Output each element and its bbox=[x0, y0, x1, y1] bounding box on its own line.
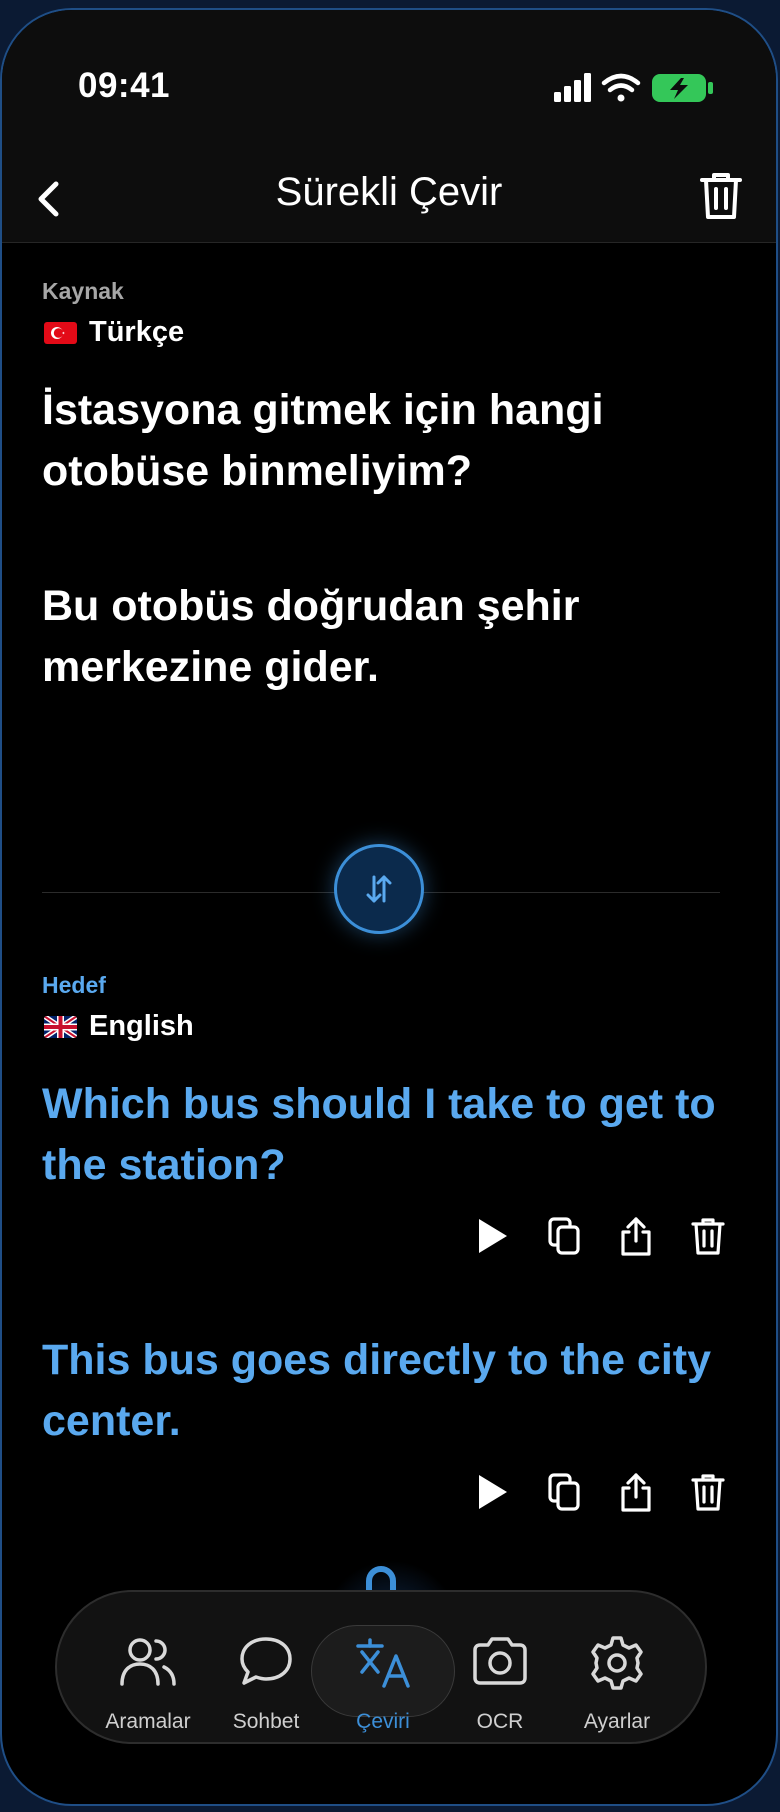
tab-label-ayarlar: Ayarlar bbox=[583, 1710, 651, 1733]
tab-ayarlar[interactable]: Ayarlar bbox=[558, 1592, 676, 1742]
play-button[interactable] bbox=[456, 1462, 528, 1522]
swap-arrows-icon bbox=[366, 875, 392, 903]
target-sentence-1: Which bus should I take to get to the st… bbox=[42, 1080, 716, 1189]
chat-bubble-icon bbox=[207, 1634, 325, 1692]
camera-icon bbox=[441, 1634, 559, 1692]
battery-icon bbox=[652, 74, 713, 102]
source-label: Kaynak bbox=[42, 278, 124, 304]
nav-bar: Sürekli Çevir bbox=[2, 160, 776, 243]
wifi-icon bbox=[601, 73, 641, 102]
tab-ceviri[interactable]: Çeviri bbox=[324, 1592, 442, 1742]
source-sentence-2: Bu otobüs doğrudan şehir merkezine gider… bbox=[42, 582, 580, 691]
copy-button[interactable] bbox=[528, 1206, 600, 1266]
copy-icon bbox=[548, 1217, 580, 1255]
uk-flag-icon bbox=[44, 1015, 77, 1038]
trash-icon bbox=[691, 1474, 725, 1511]
translate-icon bbox=[324, 1634, 442, 1692]
sentence-1-actions bbox=[456, 1206, 744, 1266]
share-icon bbox=[621, 1473, 651, 1512]
delete-sentence-button[interactable] bbox=[672, 1206, 744, 1266]
source-language-selector[interactable]: Türkçe bbox=[44, 316, 184, 349]
trash-icon bbox=[691, 1218, 725, 1255]
play-icon bbox=[479, 1219, 507, 1253]
sentence-2-actions bbox=[456, 1462, 744, 1522]
source-language-name: Türkçe bbox=[89, 316, 185, 348]
gear-icon bbox=[558, 1634, 676, 1692]
share-button[interactable] bbox=[600, 1462, 672, 1522]
target-language-name: English bbox=[89, 1010, 194, 1042]
phone-screen: 09:41 Sürekli Çevir Kaynak Türkçe İstasy… bbox=[0, 8, 778, 1806]
copy-button[interactable] bbox=[528, 1462, 600, 1522]
status-time: 09:41 bbox=[78, 66, 171, 105]
share-icon bbox=[621, 1217, 651, 1256]
share-button[interactable] bbox=[600, 1206, 672, 1266]
swap-languages-button[interactable] bbox=[334, 844, 424, 934]
play-button[interactable] bbox=[456, 1206, 528, 1266]
play-icon bbox=[479, 1475, 507, 1509]
tab-bar: Aramalar Sohbet Çeviri OCR Ayarlar bbox=[55, 1590, 707, 1744]
signal-icon bbox=[554, 73, 591, 102]
tab-sohbet[interactable]: Sohbet bbox=[207, 1592, 325, 1742]
target-sentence-2: This bus goes directly to the city cente… bbox=[42, 1336, 712, 1445]
tab-ocr[interactable]: OCR bbox=[441, 1592, 559, 1742]
tab-label-ceviri: Çeviri bbox=[356, 1710, 410, 1733]
tab-aramalar[interactable]: Aramalar bbox=[89, 1592, 207, 1742]
delete-all-trash-icon[interactable] bbox=[698, 170, 744, 222]
tab-label-sohbet: Sohbet bbox=[232, 1710, 300, 1733]
tab-label-ocr: OCR bbox=[476, 1710, 524, 1733]
status-bar: 09:41 bbox=[2, 10, 776, 160]
status-icons bbox=[554, 73, 713, 102]
target-label: Hedef bbox=[42, 972, 106, 998]
delete-sentence-button[interactable] bbox=[672, 1462, 744, 1522]
copy-icon bbox=[548, 1473, 580, 1511]
turkey-flag-icon bbox=[44, 321, 77, 344]
page-title: Sürekli Çevir bbox=[275, 170, 503, 214]
target-language-selector[interactable]: English bbox=[44, 1010, 194, 1043]
people-icon bbox=[89, 1634, 207, 1692]
source-sentence-1: İstasyona gitmek için hangi otobüse binm… bbox=[42, 386, 604, 495]
tab-label-aramalar: Aramalar bbox=[105, 1710, 191, 1733]
